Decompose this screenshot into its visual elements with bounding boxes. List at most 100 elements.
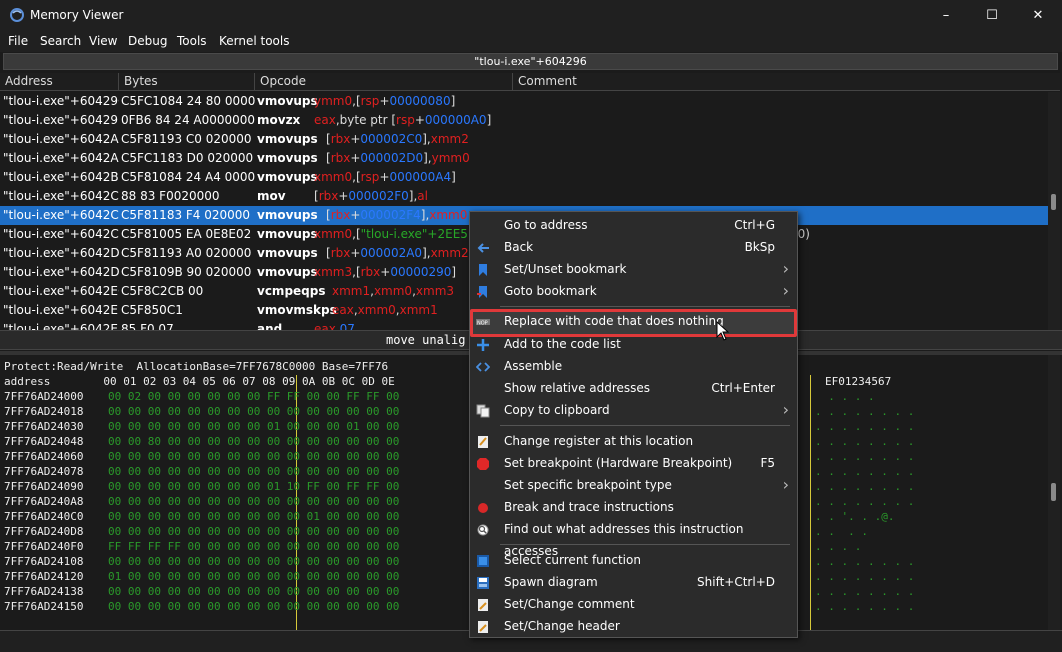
row-operands: [rbx+000002D0],ymm0 (326, 149, 470, 168)
hex-row-bytes: 01 00 00 00 00 00 00 00 00 00 00 00 00 0… (108, 570, 400, 583)
operand-part: ,[ (352, 265, 361, 279)
row-address: "tlou-i.exe"+6042CE (3, 227, 119, 241)
context-menu-item-label: Copy to clipboard (504, 403, 610, 417)
menu-kernel-tools[interactable]: Kernel tools (219, 34, 290, 48)
context-menu-item-shortcut: Shift+Ctrl+D (697, 575, 775, 589)
operand-part: ymm0 (431, 151, 470, 165)
operand-part: xmm3 (415, 284, 455, 298)
disassembly-row[interactable]: "tlou-i.exe"+6042B7 C5F81084 24 A4 0000..… (0, 168, 1048, 187)
row-operands: eax,07 (314, 320, 355, 330)
bookmark-icon (476, 262, 490, 276)
row-mnemonic: vmovups (257, 208, 318, 222)
row-address: "tlou-i.exe"+6042A7 (3, 132, 119, 146)
context-menu-item[interactable]: Go to address Ctrl+G (470, 214, 797, 236)
context-menu-item[interactable]: Break and trace instructions (470, 496, 797, 518)
column-header-address[interactable]: Address (0, 73, 119, 91)
row-mnemonic: and (257, 322, 283, 330)
menu-view[interactable]: View (89, 34, 117, 48)
context-menu-item[interactable]: Set specific breakpoint type › (470, 474, 797, 496)
operand-part: ] (451, 170, 456, 184)
hex-row-bytes: FF FF FF FF 00 00 00 00 00 00 00 00 00 0… (108, 540, 400, 553)
disassembly-row[interactable]: "tlou-i.exe"+604296 C5FC1084 24 80 0000..… (0, 92, 1048, 111)
plus-icon (476, 337, 490, 351)
context-menu-item[interactable]: Back BkSp (470, 236, 797, 258)
hex-row-ascii: . . . . . . . . (815, 600, 915, 613)
context-menu-item[interactable]: Find out what addresses this instruction… (470, 518, 797, 558)
hex-row-ascii: . . '. . .@. (815, 510, 895, 523)
maximize-button[interactable]: ☐ (969, 0, 1015, 31)
hex-row-address: 7FF76AD24030 (4, 420, 84, 433)
row-bytes: C5F81084 24 A4 0000... (121, 170, 255, 184)
operand-part: ], (423, 151, 432, 165)
hex-row-address: 7FF76AD24120 (4, 570, 84, 583)
context-menu-item[interactable]: Set/Change comment (470, 593, 797, 615)
context-menu-item[interactable]: Copy to clipboard › (470, 399, 797, 421)
operand-part: + (350, 246, 361, 260)
operand-part: + (350, 132, 361, 146)
context-menu-item[interactable]: Change register at this location (470, 430, 797, 452)
operand-part: ,byte ptr [ (335, 113, 397, 127)
operand-part: ,[ (352, 170, 361, 184)
operand-part: ], (422, 246, 431, 260)
operand-part: xmm2 (430, 246, 469, 260)
goto-bookmark-icon (476, 284, 490, 298)
context-menu-item[interactable]: Select current function (470, 549, 797, 571)
context-menu-item[interactable]: Set/Unset bookmark › (470, 258, 797, 280)
hex-row-address: 7FF76AD24150 (4, 600, 84, 613)
scrollbar-thumb[interactable] (1051, 483, 1056, 501)
row-operands: eax,xmm0,xmm1 (332, 301, 438, 320)
disassembly-row[interactable]: "tlou-i.exe"+60429F 0FB6 84 24 A0000000 mo… (0, 111, 1048, 130)
row-bytes: C5F8109B 90 020000 (121, 265, 252, 279)
menu-separator (500, 306, 790, 307)
operand-part: rsp (360, 170, 380, 184)
context-menu-item[interactable]: Spawn diagram Shift+Ctrl+D (470, 571, 797, 593)
row-bytes: 85 F0 07 (121, 322, 174, 330)
context-menu-item[interactable]: Assemble (470, 355, 797, 377)
hex-scrollbar[interactable] (1048, 355, 1060, 630)
row-operands: xmm1,xmm0,xmm3 (332, 282, 454, 301)
hex-row-ascii: . . . . (815, 390, 875, 403)
operand-part: rbx (360, 265, 381, 279)
mouse-cursor-icon (716, 321, 730, 341)
row-address: "tlou-i.exe"+60429F (3, 113, 119, 127)
column-header-comment[interactable]: Comment (513, 73, 1060, 91)
menu-search[interactable]: Search (40, 34, 81, 48)
menu-file[interactable]: File (8, 34, 28, 48)
context-menu-item[interactable]: Add to the code list (470, 333, 797, 355)
close-button[interactable]: ✕ (1015, 0, 1061, 31)
column-header-opcode[interactable]: Opcode (255, 73, 513, 91)
context-menu-item[interactable]: Set breakpoint (Hardware Breakpoint) F5 (470, 452, 797, 474)
context-menu-item-label: Assemble (504, 359, 563, 373)
disassembly-row[interactable]: "tlou-i.exe"+6042A7 C5F81193 C0 020000 vmo… (0, 130, 1048, 149)
row-address: "tlou-i.exe"+6042AF (3, 151, 119, 165)
disassembly-row[interactable]: "tlou-i.exe"+6042C0 88 83 F0020000 mov [rbx… (0, 187, 1048, 206)
disassembly-row[interactable]: "tlou-i.exe"+6042AF C5FC1183 D0 020000 vmo… (0, 149, 1048, 168)
cheat-engine-icon (10, 8, 24, 22)
menu-tools[interactable]: Tools (177, 34, 207, 48)
hex-row-bytes: 00 00 00 00 00 00 00 00 00 00 00 00 00 0… (108, 585, 400, 598)
context-menu-item[interactable]: NOP Replace with code that does nothing (470, 310, 797, 332)
minimize-button[interactable]: – (923, 0, 969, 31)
row-mnemonic: movzx (257, 113, 301, 127)
context-menu-item[interactable]: Set/Change header (470, 615, 797, 637)
hex-row-ascii: . . . . . . . . (815, 555, 915, 568)
row-operands: [rbx+000002F0],al (314, 187, 428, 206)
context-menu-item-label: Change register at this location (504, 434, 694, 448)
row-bytes: C5F81183 F4 020000 (121, 208, 251, 222)
disassembly-scrollbar[interactable] (1048, 92, 1060, 330)
operand-part: ], (422, 132, 431, 146)
menu-debug[interactable]: Debug (128, 34, 167, 48)
scrollbar-thumb[interactable] (1051, 194, 1056, 210)
context-menu-item-label: Set/Change comment (504, 597, 635, 611)
hex-row-bytes: 00 00 00 00 00 00 00 00 00 00 00 00 00 0… (108, 600, 400, 613)
context-menu-item[interactable]: Goto bookmark › (470, 280, 797, 302)
operand-part: + (379, 94, 390, 108)
row-operands: [rbx+000002A0],xmm2 (326, 244, 469, 263)
current-address-bar[interactable]: "tlou-i.exe"+604296 (3, 53, 1058, 70)
hex-row-address: 7FF76AD24060 (4, 450, 84, 463)
context-menu-item[interactable]: Show relative addresses Ctrl+Enter (470, 377, 797, 399)
header-icon (476, 619, 490, 633)
breakpoint-icon (476, 456, 490, 470)
svg-text:NOP: NOP (477, 321, 488, 327)
column-header-bytes[interactable]: Bytes (119, 73, 255, 91)
